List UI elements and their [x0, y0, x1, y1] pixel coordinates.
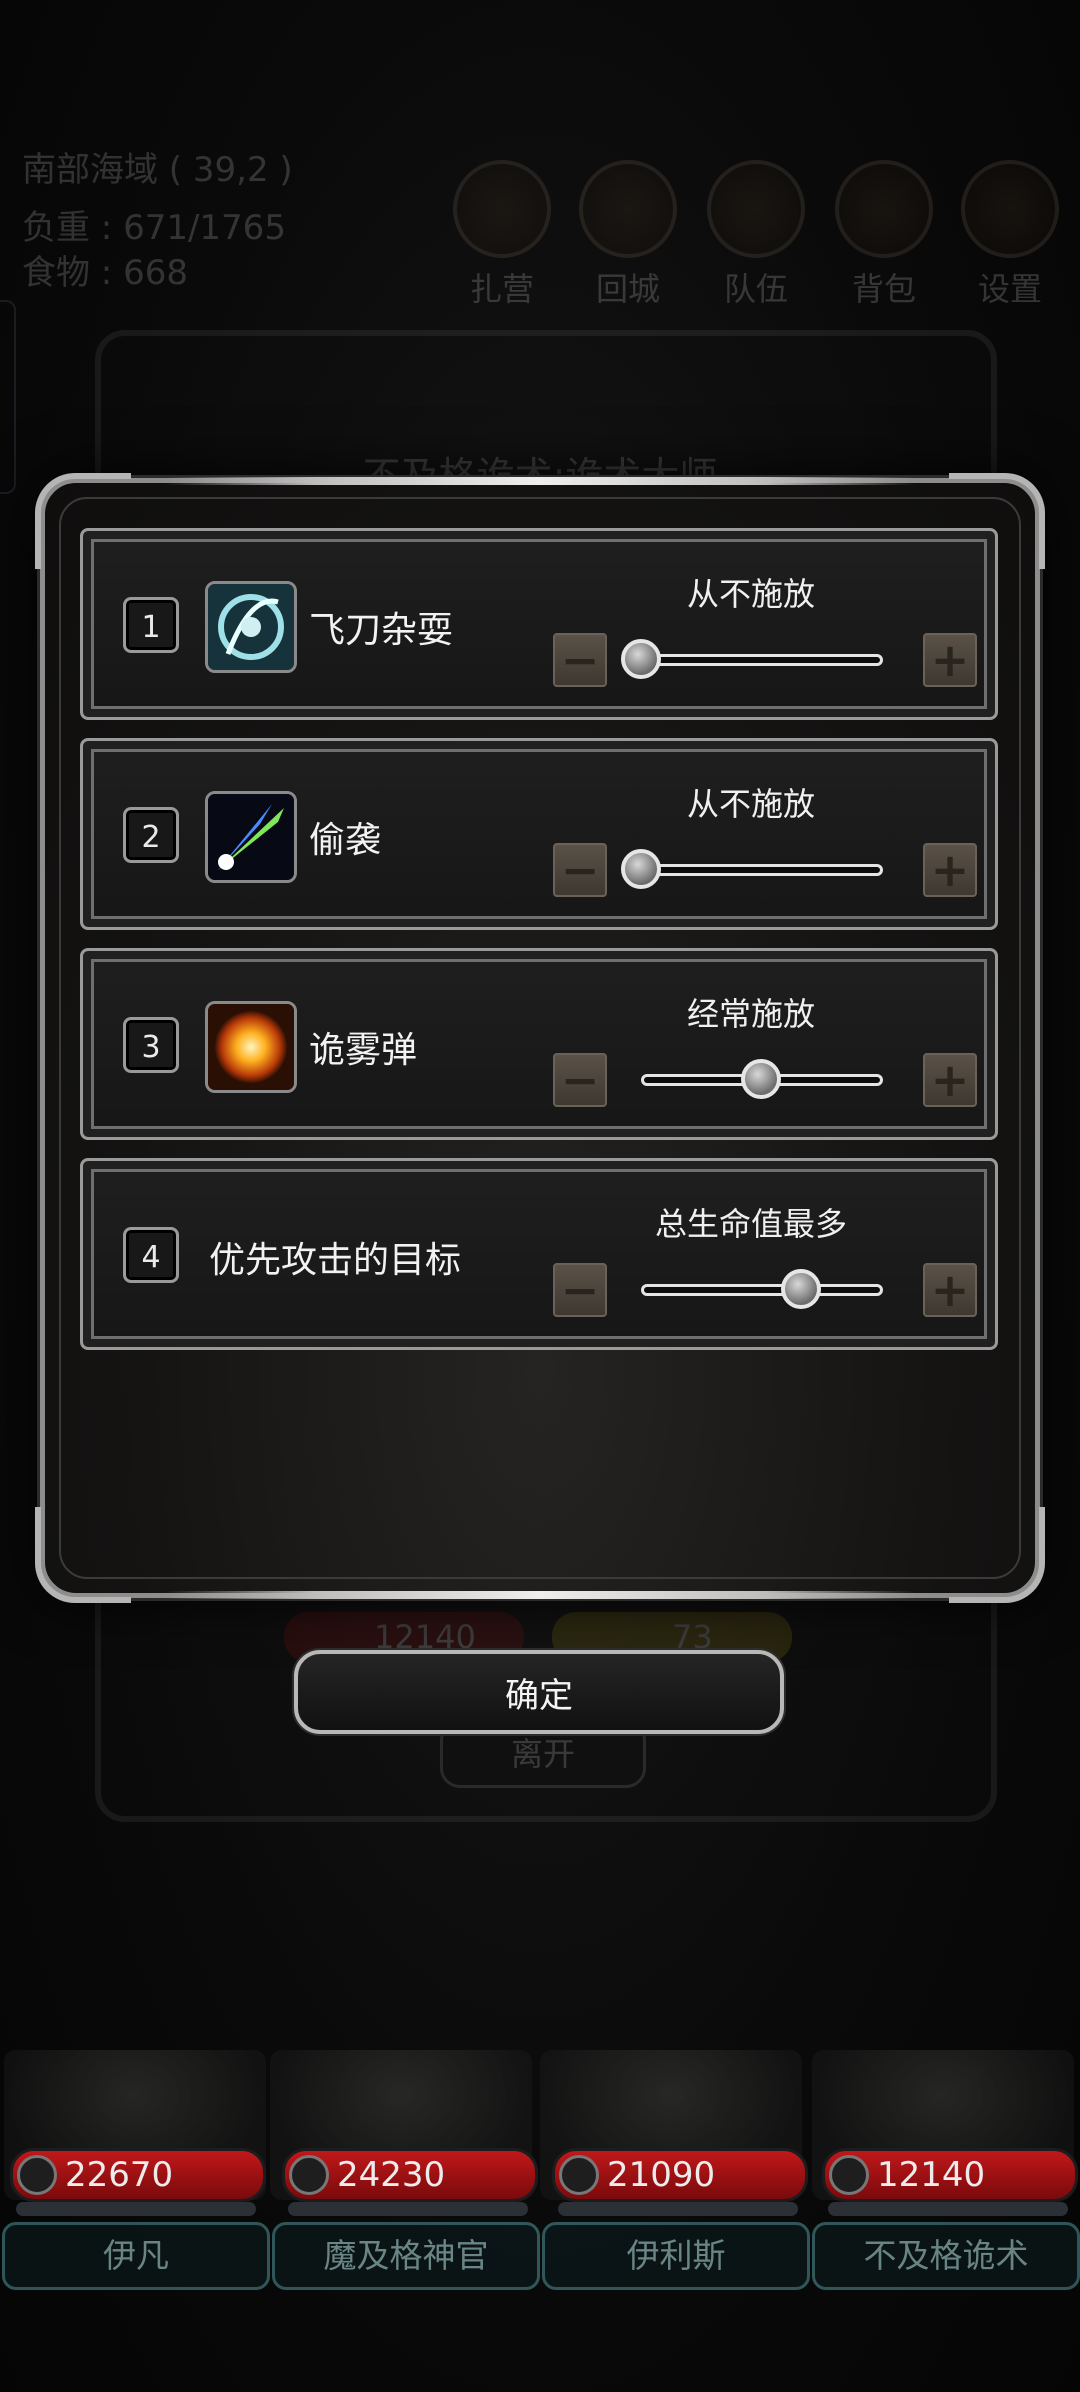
hero-hp-bar-4: 12140 — [822, 2148, 1078, 2202]
skill-name: 飞刀杂耍 — [309, 610, 454, 651]
skill-row-1: 1 飞刀杂耍 从不施放 − + — [80, 528, 998, 720]
hero-hp-value: 22670 — [65, 2155, 174, 2195]
return-city-icon — [579, 160, 677, 258]
skill-name: 优先攻击的目标 — [209, 1240, 462, 1281]
team-button[interactable]: 队伍 — [706, 160, 806, 310]
team-icon — [707, 160, 805, 258]
skill-index: 3 — [123, 1017, 179, 1073]
camp-button[interactable]: 扎营 — [452, 160, 552, 310]
backpack-icon — [835, 160, 933, 258]
hero-hp-value: 24230 — [337, 2155, 446, 2195]
target-mode-label: 总生命值最多 — [654, 1205, 847, 1243]
food-text: 食物 : 668 — [22, 253, 188, 293]
confirm-button[interactable]: 确定 — [294, 1650, 784, 1734]
cast-mode-label: 从不施放 — [686, 575, 815, 613]
hero-hp-value: 21090 — [607, 2155, 716, 2195]
blood-drop-icon — [289, 2155, 329, 2195]
hero-hp-bar-3: 21090 — [552, 2148, 808, 2202]
decrease-button[interactable]: − — [553, 633, 607, 687]
sneak-attack-icon — [205, 791, 297, 883]
hero-mana-bar-2 — [288, 2202, 528, 2216]
decrease-button[interactable]: − — [553, 1053, 607, 1107]
hero-name-3[interactable]: 伊利斯 — [542, 2222, 810, 2290]
blood-drop-icon — [559, 2155, 599, 2195]
location-text: 南部海域 ( 39,2 ) — [22, 150, 293, 190]
skill-index: 4 — [123, 1227, 179, 1283]
corner-ornament — [949, 1507, 1045, 1603]
cast-mode-label: 从不施放 — [686, 785, 815, 823]
skill-index: 1 — [123, 597, 179, 653]
increase-button[interactable]: + — [923, 1263, 977, 1317]
decrease-button[interactable]: − — [553, 1263, 607, 1317]
hero-mana-bar-3 — [558, 2202, 798, 2216]
cast-slider-knob[interactable] — [741, 1059, 781, 1099]
corner-ornament — [35, 1507, 131, 1603]
hero-mana-bar-1 — [16, 2202, 256, 2216]
flying-knife-icon — [205, 581, 297, 673]
camp-icon — [453, 160, 551, 258]
hero-hp-value: 12140 — [877, 2155, 986, 2195]
skill-name: 诡雾弹 — [309, 1030, 418, 1071]
cast-slider-track[interactable] — [641, 654, 883, 666]
skill-row-3: 3 诡雾弹 经常施放 − + — [80, 948, 998, 1140]
increase-button[interactable]: + — [923, 843, 977, 897]
return-city-label: 回城 — [595, 270, 660, 308]
blood-drop-icon — [829, 2155, 869, 2195]
backpack-button[interactable]: 背包 — [834, 160, 934, 310]
target-slider-track[interactable] — [641, 1284, 883, 1296]
bottom-ornament — [165, 1591, 915, 1599]
hero-name-1[interactable]: 伊凡 — [2, 2222, 270, 2290]
decrease-button[interactable]: − — [553, 843, 607, 897]
top-ornament — [165, 477, 915, 485]
increase-button[interactable]: + — [923, 633, 977, 687]
hero-hp-bar-1: 22670 — [10, 2148, 266, 2202]
team-label: 队伍 — [723, 270, 788, 308]
settings-label: 设置 — [977, 270, 1042, 308]
skill-index: 2 — [123, 807, 179, 863]
cast-slider-track[interactable] — [641, 864, 883, 876]
return-city-button[interactable]: 回城 — [578, 160, 678, 310]
skill-name: 偷袭 — [309, 820, 382, 861]
cast-slider-knob[interactable] — [621, 849, 661, 889]
hero-hp-bar-2: 24230 — [282, 2148, 538, 2202]
fog-bomb-icon — [205, 1001, 297, 1093]
cast-slider-knob[interactable] — [621, 639, 661, 679]
camp-label: 扎营 — [469, 270, 534, 308]
hero-name-2[interactable]: 魔及格神官 — [272, 2222, 540, 2290]
skill-row-2: 2 偷袭 从不施放 − + — [80, 738, 998, 930]
cast-mode-label: 经常施放 — [686, 995, 815, 1033]
blood-drop-icon — [17, 2155, 57, 2195]
hero-mana-bar-4 — [828, 2202, 1068, 2216]
increase-button[interactable]: + — [923, 1053, 977, 1107]
target-slider-knob[interactable] — [781, 1269, 821, 1309]
settings-button[interactable]: 设置 — [960, 160, 1060, 310]
hero-name-4[interactable]: 不及格诡术 — [812, 2222, 1080, 2290]
backpack-label: 背包 — [851, 270, 916, 308]
skill-row-4: 4 优先攻击的目标 总生命值最多 − + — [80, 1158, 998, 1350]
screen: 南部海域 ( 39,2 ) 负重 : 671/1765 食物 : 668 扎营 … — [0, 0, 1080, 2392]
load-text: 负重 : 671/1765 — [22, 208, 286, 248]
settings-icon — [961, 160, 1059, 258]
